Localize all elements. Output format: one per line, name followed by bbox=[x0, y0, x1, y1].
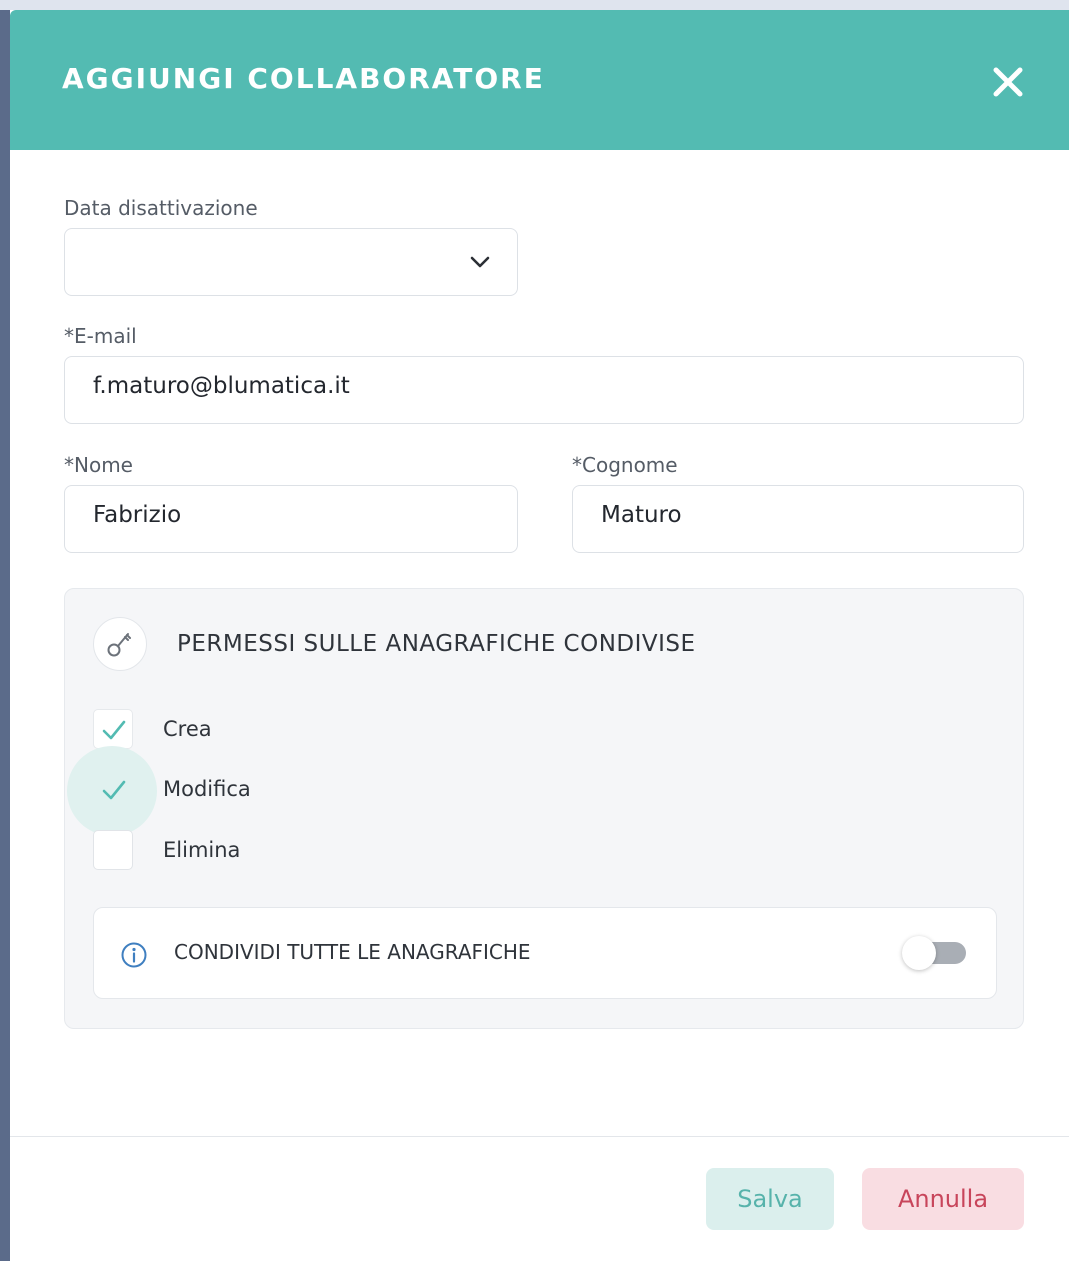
permission-edit-row: Modifica bbox=[67, 746, 493, 836]
permission-create-row: Crea bbox=[93, 709, 493, 751]
save-button[interactable]: Salva bbox=[706, 1168, 834, 1230]
create-label: Crea bbox=[163, 717, 212, 741]
background-window-edge bbox=[0, 0, 10, 1261]
edit-checkbox[interactable] bbox=[93, 769, 133, 809]
add-collaborator-modal: AGGIUNGI COLLABORATORE Data disattivazio… bbox=[10, 10, 1069, 1261]
toggle-knob bbox=[902, 936, 936, 970]
share-all-label: CONDIVIDI TUTTE LE ANAGRAFICHE bbox=[174, 940, 531, 964]
permissions-title: PERMESSI SULLE ANAGRAFICHE CONDIVISE bbox=[177, 631, 696, 657]
cancel-button[interactable]: Annulla bbox=[862, 1168, 1024, 1230]
first-name-label: *Nome bbox=[64, 453, 133, 477]
last-name-label: *Cognome bbox=[572, 453, 678, 477]
chevron-down-icon bbox=[470, 256, 490, 268]
deactivation-date-label: Data disattivazione bbox=[64, 196, 258, 220]
create-checkbox[interactable] bbox=[93, 709, 133, 749]
email-field[interactable]: f.maturo@blumatica.it bbox=[64, 356, 1024, 424]
footer-divider bbox=[10, 1136, 1069, 1137]
first-name-field[interactable]: Fabrizio bbox=[64, 485, 518, 553]
modal-header: AGGIUNGI COLLABORATORE bbox=[10, 10, 1069, 150]
screen: AGGIUNGI COLLABORATORE Data disattivazio… bbox=[0, 0, 1069, 1261]
modal-title: AGGIUNGI COLLABORATORE bbox=[62, 62, 545, 95]
delete-label: Elimina bbox=[163, 838, 241, 862]
email-label: *E-mail bbox=[64, 324, 137, 348]
checkmark-icon bbox=[102, 780, 126, 800]
deactivation-date-select[interactable] bbox=[64, 228, 518, 296]
last-name-field[interactable]: Maturo bbox=[572, 485, 1024, 553]
first-name-value: Fabrizio bbox=[93, 502, 182, 528]
key-icon bbox=[107, 633, 131, 657]
key-icon-badge bbox=[93, 617, 147, 671]
info-icon bbox=[121, 942, 147, 968]
share-all-card: CONDIVIDI TUTTE LE ANAGRAFICHE bbox=[93, 907, 997, 999]
permissions-panel: PERMESSI SULLE ANAGRAFICHE CONDIVISE Cre… bbox=[64, 588, 1024, 1029]
edit-label: Modifica bbox=[163, 777, 251, 801]
share-all-toggle[interactable] bbox=[902, 936, 968, 970]
last-name-value: Maturo bbox=[601, 502, 682, 528]
background-top-edge bbox=[0, 0, 1069, 10]
delete-checkbox[interactable] bbox=[93, 830, 133, 870]
permission-delete-row: Elimina bbox=[93, 830, 493, 872]
close-icon bbox=[993, 67, 1023, 97]
close-button[interactable] bbox=[986, 60, 1030, 104]
email-value: f.maturo@blumatica.it bbox=[93, 373, 350, 399]
checkmark-icon bbox=[102, 720, 126, 740]
